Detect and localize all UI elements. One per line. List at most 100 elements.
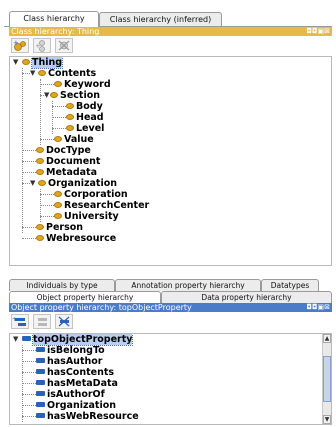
- object-property-title: Object property hierarchy: topObjectProp…: [11, 303, 192, 312]
- tree-node-organization-property[interactable]: Organization: [36, 400, 116, 411]
- tab-annotation-property-hierarchy[interactable]: Annotation property hierarchy: [115, 279, 261, 291]
- tree-node-topobjectproperty[interactable]: topObjectProperty: [22, 334, 134, 346]
- delete-property-button[interactable]: [55, 314, 73, 329]
- tree-node-document[interactable]: Document: [36, 156, 100, 167]
- tree-node-keyword[interactable]: Keyword: [54, 79, 111, 90]
- tree-node-hasauthor[interactable]: hasAuthor: [36, 356, 102, 367]
- collapse-thing-toggle[interactable]: ▼: [13, 59, 20, 66]
- class-toolbar: + +: [9, 37, 332, 55]
- object-property-icon: [36, 391, 45, 396]
- scroll-up-icon[interactable]: ▲: [323, 334, 331, 343]
- tree-node-researchcenter[interactable]: ResearchCenter: [54, 200, 149, 211]
- object-property-icon: [36, 413, 45, 418]
- add-subclass-button[interactable]: +: [11, 38, 29, 53]
- collapse-topobjectproperty-toggle[interactable]: ▼: [13, 336, 20, 343]
- tree-connector: [22, 383, 36, 384]
- class-icon: [36, 234, 44, 241]
- tree-connector: [22, 227, 36, 228]
- class-icon: [54, 201, 62, 208]
- svg-text:+: +: [12, 316, 17, 323]
- vertical-scrollbar[interactable]: ▲ ▼: [322, 334, 331, 424]
- tree-connector: [52, 106, 66, 107]
- tree-connector: [22, 394, 36, 395]
- add-sibling-icon: +: [35, 40, 45, 52]
- class-tree: ▼ ▼ ▼ ▼ Thing Contents Keyword Section B…: [9, 56, 332, 266]
- object-property-icon: [36, 380, 45, 385]
- tree-connector: [22, 361, 36, 362]
- collapse-organization-toggle[interactable]: ▼: [30, 180, 37, 187]
- add-sibling-button[interactable]: +: [33, 38, 51, 53]
- add-subproperty-button[interactable]: +: [11, 314, 29, 329]
- property-toolbar: +: [9, 313, 332, 331]
- object-property-pane: Individuals by type Annotation property …: [0, 270, 336, 427]
- class-icon: [54, 212, 62, 219]
- tree-node-hascontents[interactable]: hasContents: [36, 367, 114, 378]
- svg-text:+: +: [13, 39, 19, 47]
- tree-node-isauthorof[interactable]: isAuthorOf: [36, 389, 105, 400]
- class-tabbar: Class hierarchy Class hierarchy (inferre…: [0, 0, 336, 27]
- class-icon: [36, 223, 44, 230]
- delete-property-icon: [58, 316, 70, 327]
- tab-individuals-by-type[interactable]: Individuals by type: [9, 279, 115, 291]
- tab-class-hierarchy-inferred[interactable]: Class hierarchy (inferred): [99, 12, 222, 26]
- scroll-down-icon[interactable]: ▼: [323, 415, 331, 424]
- add-sibling-property-icon: [38, 318, 47, 326]
- tree-node-level[interactable]: Level: [66, 123, 104, 134]
- tree-connector: [22, 372, 36, 373]
- tree-connector: [22, 150, 36, 151]
- object-property-tree: ▼ topObjectProperty isBelongTo hasAuthor…: [9, 333, 332, 425]
- tree-connector: [22, 416, 36, 417]
- delete-class-button[interactable]: [55, 38, 73, 53]
- tree-connector: [22, 161, 36, 162]
- object-property-icon: [36, 347, 45, 352]
- tree-connector: [22, 73, 30, 74]
- class-icon: [50, 91, 58, 98]
- tab-data-property-hierarchy[interactable]: Data property hierarchy: [161, 291, 332, 303]
- tree-node-thing[interactable]: Thing: [22, 57, 64, 69]
- tree-node-metadata[interactable]: Metadata: [36, 167, 97, 178]
- scrollbar-thumb[interactable]: [323, 356, 331, 402]
- tree-node-doctype[interactable]: DocType: [36, 145, 91, 156]
- tree-node-haswebresource[interactable]: hasWebResource: [36, 411, 139, 422]
- class-icon: [36, 157, 44, 164]
- tab-datatypes[interactable]: Datatypes: [261, 279, 319, 291]
- object-property-icon: [36, 369, 45, 374]
- class-icon: [22, 58, 30, 65]
- tree-node-value[interactable]: Value: [54, 134, 94, 145]
- tree-connector: [52, 128, 66, 129]
- class-icon: [38, 69, 46, 76]
- object-property-icon: [22, 336, 31, 341]
- tree-node-head[interactable]: Head: [66, 112, 104, 123]
- tree-node-body[interactable]: Body: [66, 101, 103, 112]
- tab-object-property-hierarchy[interactable]: Object property hierarchy: [9, 291, 161, 303]
- object-property-icon: [36, 402, 45, 407]
- object-property-header: Object property hierarchy: topObjectProp…: [9, 303, 332, 312]
- tree-node-webresource[interactable]: Webresource: [36, 233, 116, 244]
- class-hierarchy-header: Class hierarchy: Thing ◘◘▣⊠: [9, 27, 332, 36]
- tree-node-person[interactable]: Person: [36, 222, 83, 233]
- tree-node-section[interactable]: Section: [50, 90, 100, 101]
- tree-node-organization[interactable]: Organization: [38, 178, 117, 189]
- collapse-contents-toggle[interactable]: ▼: [30, 70, 37, 77]
- tree-node-corporation[interactable]: Corporation: [54, 189, 128, 200]
- tab-class-hierarchy[interactable]: Class hierarchy: [9, 11, 99, 27]
- class-icon: [66, 113, 74, 120]
- tree-connector: [40, 84, 54, 85]
- tree-connector: [40, 79, 41, 145]
- tree-node-university[interactable]: University: [54, 211, 119, 222]
- delete-class-icon: [58, 40, 70, 51]
- view-controls-icon[interactable]: ◘◘▣⊠: [306, 304, 330, 311]
- class-icon: [36, 146, 44, 153]
- add-subproperty-icon: +: [12, 316, 26, 326]
- tree-node-isbelongto[interactable]: isBelongTo: [36, 345, 105, 356]
- class-icon: [66, 124, 74, 131]
- tree-node-hasmetadata[interactable]: hasMetaData: [36, 378, 118, 389]
- tree-connector: [22, 172, 36, 173]
- tree-connector: [22, 183, 30, 184]
- view-controls-icon[interactable]: ◘◘▣⊠: [306, 28, 330, 35]
- add-sibling-property-button[interactable]: [33, 314, 51, 329]
- tree-node-contents[interactable]: Contents: [38, 68, 96, 79]
- object-property-icon: [36, 358, 45, 363]
- class-icon: [38, 179, 46, 186]
- class-hierarchy-title: Class hierarchy: Thing: [11, 27, 100, 36]
